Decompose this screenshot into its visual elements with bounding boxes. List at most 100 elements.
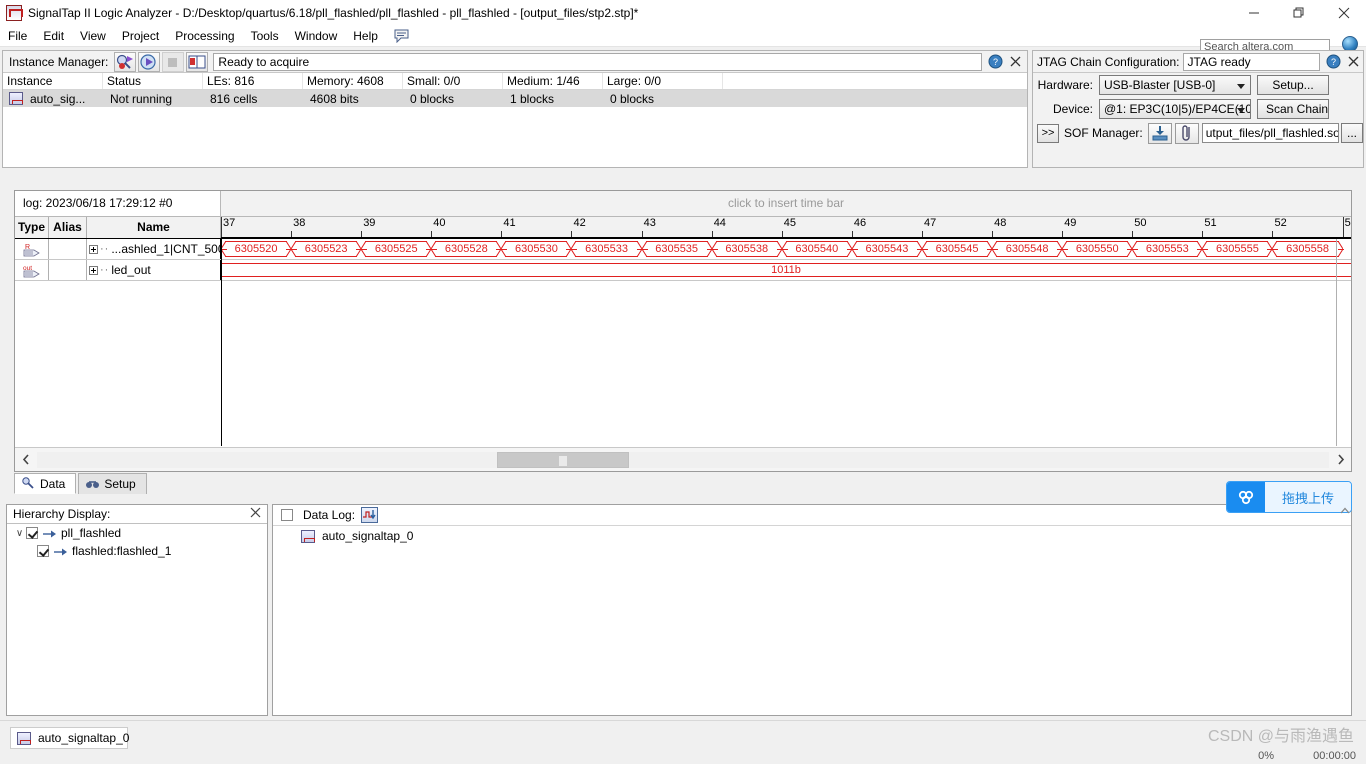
menu-tools[interactable]: Tools [243,27,287,45]
menu-project[interactable]: Project [114,27,167,45]
insert-time-bar-hint[interactable]: click to insert time bar [221,191,1351,216]
node-checkbox[interactable] [26,527,38,539]
bus-value-label: 6305535 [655,243,699,255]
cell-instance: auto_sig... [30,91,86,106]
window-controls [1231,0,1366,25]
twisty-icon[interactable]: ∨ [13,528,26,539]
menu-view[interactable]: View [72,27,114,45]
close-icon[interactable] [250,507,261,521]
minimize-button[interactable] [1231,0,1276,25]
run-analysis-icon[interactable] [114,51,137,72]
tick-mark [1062,231,1064,237]
close-icon[interactable] [1005,52,1025,72]
tick-label: 39 [363,217,376,229]
waveform-horizontal-scrollbar[interactable] [15,447,1351,471]
waveform-empty-area[interactable] [15,282,1351,446]
sof-path-field[interactable]: utput_files/pll_flashled.sof [1201,123,1339,143]
tick-mark [781,231,783,237]
expand-icon[interactable] [89,265,98,275]
col-name: Name [87,217,221,238]
close-button[interactable] [1321,0,1366,25]
bus-value-segment[interactable]: 6305555 [1201,240,1274,258]
bus-value-segment[interactable]: 6305535 [641,240,713,258]
bus-value-segment[interactable]: 6305543 [851,240,923,258]
bus-value-segment[interactable]: 6305520 [221,240,293,258]
window-title: SignalTap II Logic Analyzer - D:/Desktop… [28,5,639,20]
tick-mark [1342,217,1344,237]
menu-processing[interactable]: Processing [167,27,242,45]
constant-waveform[interactable]: 1011b [221,260,1351,280]
tab-data[interactable]: Data [14,473,77,494]
bus-value-segment[interactable]: 6305540 [781,240,853,258]
bus-value-segment[interactable]: 6305558 [1271,240,1344,258]
tick-mark [921,231,923,237]
tick-mark [431,231,433,237]
menu-file[interactable]: File [0,27,35,45]
alias-cell[interactable] [49,239,87,259]
alias-cell[interactable] [49,260,87,280]
bus-value-segment[interactable]: 6305523 [290,240,363,258]
setup-button[interactable]: Setup... [1257,75,1329,95]
signal-name-ledout[interactable]: ·· led_out [87,260,221,280]
menu-edit[interactable]: Edit [35,27,72,45]
waveform-row-cnt500ms[interactable]: R ·· ...ashled_1|CNT_500MS 6305520630552… [15,239,1351,260]
expand-sof-button[interactable]: >> [1037,123,1059,143]
menu-window[interactable]: Window [287,27,346,45]
col-les: LEs: 816 [203,73,303,89]
bus-value-segment[interactable]: 6305530 [500,240,573,258]
col-status: Status [103,73,203,89]
bus-waveform[interactable]: 6305520 6305523 6305525 6305528 6305530 63055… [221,239,1351,259]
chevron-left-icon[interactable] [15,449,37,471]
chevron-up-icon[interactable] [1340,506,1362,517]
baidu-netdisk-upload-widget[interactable]: 拖拽上传 [1226,481,1352,513]
taskbar-button-auto-signaltap[interactable]: auto_signaltap_0 [10,727,130,749]
data-log-icon[interactable] [361,507,379,523]
taskbar-button-label: auto_signaltap_0 [38,731,130,745]
sof-browse-button[interactable]: ... [1341,123,1363,143]
list-item[interactable]: auto_signaltap_0 [273,526,1351,546]
scrollbar-thumb[interactable] [497,451,629,468]
tree-node-label: pll_flashled [61,526,122,540]
bus-value-segment[interactable]: 6305538 [711,240,783,258]
autorun-analysis-icon[interactable] [138,51,161,72]
tree-lead: ·· [100,243,110,255]
close-icon[interactable] [1343,52,1363,72]
bus-value-label: 6305550 [1075,243,1119,255]
bus-value-segment[interactable]: 6305528 [430,240,503,258]
segment-cap [1061,240,1069,258]
chevron-right-icon[interactable] [1329,449,1351,471]
bus-value-segment[interactable]: 6305553 [1131,240,1204,258]
tab-setup[interactable]: Setup [78,473,147,494]
help-icon[interactable]: ? [985,52,1005,72]
scrollbar-track[interactable] [37,451,1329,468]
help-icon[interactable]: ? [1323,52,1343,72]
tree-node-flashled-1[interactable]: flashled:flashled_1 [7,542,267,560]
waveform-row-ledout[interactable]: out ·· led_out 1011b [15,260,1351,281]
bus-value-segment[interactable]: 6305548 [991,240,1064,258]
maximize-button[interactable] [1276,0,1321,25]
bus-value-segment[interactable]: 6305545 [921,240,994,258]
time-ruler[interactable]: 37 38 39 40 41 42 43 44 45 46 47 48 49 50 51 52 53 [221,217,1351,238]
tree-node-pll-flashled[interactable]: ∨ pll_flashled [7,524,267,542]
baidu-upload-label[interactable]: 拖拽上传 [1265,482,1351,512]
program-device-icon[interactable] [1147,122,1172,144]
device-select[interactable]: @1: EP3C(10|5)/EP4CE(10|6) (0 [1099,99,1251,119]
expand-icon[interactable] [89,244,98,254]
bus-value-segment[interactable]: 6305550 [1061,240,1134,258]
device-row: Device: @1: EP3C(10|5)/EP4CE(10|6) (0 Sc… [1033,97,1363,121]
scan-chain-button[interactable]: Scan Chain [1257,99,1329,119]
bus-value-label: 6305545 [935,243,979,255]
note-icon[interactable] [394,29,410,43]
bus-value-segment[interactable]: 6305525 [360,240,433,258]
read-data-icon[interactable] [186,51,209,72]
signal-label: ...ashled_1|CNT_500MS [111,242,220,256]
menu-help[interactable]: Help [345,27,386,45]
attach-icon[interactable] [1174,122,1199,144]
hardware-select[interactable]: USB-Blaster [USB-0] [1099,75,1251,95]
bus-value-segment[interactable]: 6305533 [570,240,643,258]
table-row[interactable]: auto_sig... Not running 816 cells 4608 b… [3,90,1027,107]
node-checkbox[interactable] [37,545,49,557]
data-log-checkbox[interactable] [281,509,293,521]
col-type: Type [15,217,49,238]
signal-name-cnt500ms[interactable]: ·· ...ashled_1|CNT_500MS [87,239,221,259]
